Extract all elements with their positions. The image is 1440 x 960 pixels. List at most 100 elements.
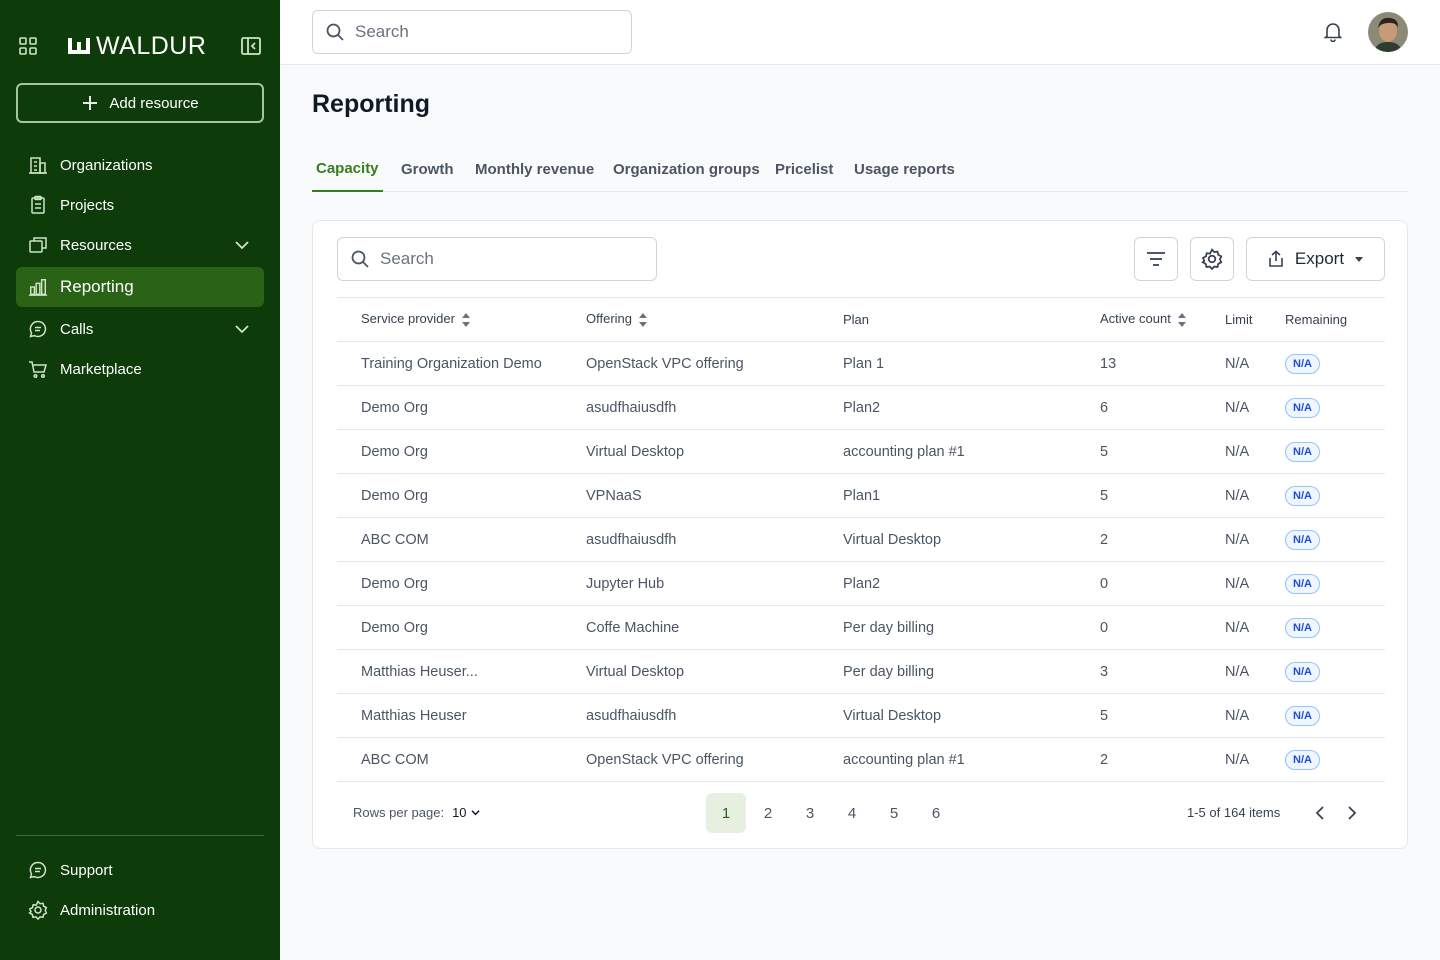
page-3-button[interactable]: 3	[790, 793, 830, 833]
rows-per-page-select[interactable]: 10	[452, 805, 480, 820]
remaining-badge: N/A	[1285, 705, 1320, 726]
tab-usage-reports[interactable]: Usage reports	[850, 146, 959, 192]
active-count-cell: 13	[1100, 341, 1225, 386]
active-count-cell: 5	[1100, 429, 1225, 474]
sidebar: WALDUR Add resource Organizations Projec…	[0, 0, 280, 960]
sidebar-item-label: Administration	[60, 901, 156, 919]
offering-cell: Virtual Desktop	[586, 649, 843, 694]
plan-cell: Virtual Desktop	[843, 517, 1100, 562]
service-provider-cell: Demo Org	[337, 385, 586, 430]
service-provider-cell: Matthias Heuser	[337, 693, 586, 738]
sidebar-item-label: Reporting	[60, 277, 134, 296]
search-icon	[351, 250, 369, 268]
sidebar-item-support[interactable]: Support	[16, 850, 264, 890]
service-provider-cell: ABC COM	[337, 517, 586, 562]
sidebar-item-resources[interactable]: Resources	[16, 225, 264, 265]
search-icon	[326, 23, 344, 41]
remaining-cell: N/A	[1285, 473, 1385, 518]
limit-cell: N/A	[1225, 561, 1285, 606]
column-header-offering[interactable]: Offering	[586, 297, 843, 342]
export-label: Export	[1294, 249, 1345, 268]
tab-monthly-revenue[interactable]: Monthly revenue	[471, 146, 598, 192]
table-row[interactable]: ABC COM OpenStack VPC offering accounting …	[337, 737, 1385, 782]
table-row[interactable]: ABC COM asudfhaiusdfh Virtual Desktop 2 N/A N…	[337, 517, 1385, 562]
limit-cell: N/A	[1225, 429, 1285, 474]
tab-capacity[interactable]: Capacity	[312, 146, 383, 192]
service-provider-cell: Demo Org	[337, 605, 586, 650]
plus-icon	[83, 96, 98, 110]
service-provider-cell: Demo Org	[337, 561, 586, 606]
remaining-cell: N/A	[1285, 429, 1385, 474]
table-row[interactable]: Demo Org Virtual Desktop accounting plan #…	[337, 429, 1385, 474]
reporting-tabs: Capacity Growth Monthly revenue Organiza…	[312, 146, 1408, 192]
sidebar-item-administration[interactable]: Administration	[16, 890, 264, 930]
page-6-button[interactable]: 6	[916, 793, 956, 833]
capacity-table: Service provider Offering Plan Active co…	[337, 297, 1385, 782]
limit-cell: N/A	[1225, 605, 1285, 650]
tab-growth[interactable]: Growth	[397, 146, 458, 192]
bar-chart-icon	[28, 277, 48, 297]
active-count-cell: 3	[1100, 649, 1225, 694]
active-count-cell: 0	[1100, 561, 1225, 606]
building-icon	[28, 155, 48, 175]
table-search-input[interactable]: Search	[337, 237, 657, 281]
table-row[interactable]: Demo Org Jupyter Hub Plan2 0 N/A N/A	[337, 561, 1385, 606]
sidebar-item-organizations[interactable]: Organizations	[16, 145, 264, 185]
active-count-cell: 5	[1100, 473, 1225, 518]
plan-cell: Plan 1	[843, 341, 1100, 386]
add-resource-button[interactable]: Add resource	[16, 83, 264, 123]
plan-cell: accounting plan #1	[843, 429, 1100, 474]
table-row[interactable]: Matthias Heuser... Virtual Desktop Per day…	[337, 649, 1385, 694]
apps-grid-icon[interactable]	[18, 36, 38, 56]
tab-pricelist[interactable]: Pricelist	[771, 146, 837, 192]
sidebar-item-label: Organizations	[60, 156, 153, 174]
bell-icon[interactable]	[1322, 20, 1344, 42]
sidebar-item-reporting[interactable]: Reporting	[16, 267, 264, 307]
waldur-logo-mark-icon	[68, 38, 90, 54]
column-header-service-provider[interactable]: Service provider	[337, 297, 586, 342]
active-count-cell: 0	[1100, 605, 1225, 650]
chevron-down-icon[interactable]	[234, 321, 250, 337]
tab-organization-groups[interactable]: Organization groups	[609, 146, 764, 192]
active-count-cell: 2	[1100, 517, 1225, 562]
waldur-logo[interactable]: WALDUR	[68, 32, 206, 60]
user-avatar[interactable]	[1368, 12, 1408, 52]
cart-icon	[28, 359, 48, 379]
page-1-button[interactable]: 1	[706, 793, 746, 833]
sort-icon	[461, 312, 470, 327]
page-2-button[interactable]: 2	[748, 793, 788, 833]
export-button[interactable]: Export	[1246, 237, 1385, 281]
limit-cell: N/A	[1225, 737, 1285, 782]
page-5-button[interactable]: 5	[874, 793, 914, 833]
table-settings-button[interactable]	[1190, 237, 1234, 281]
sidebar-divider	[16, 835, 264, 836]
sidebar-item-projects[interactable]: Projects	[16, 185, 264, 225]
sidebar-item-calls[interactable]: Calls	[16, 309, 264, 349]
chevron-down-icon[interactable]	[234, 237, 250, 253]
sidebar-item-label: Support	[60, 861, 113, 879]
plan-cell: Plan2	[843, 561, 1100, 606]
table-row[interactable]: Demo Org asudfhaiusdfh Plan2 6 N/A N/A	[337, 385, 1385, 430]
chevron-right-icon[interactable]	[1342, 803, 1362, 823]
chevron-left-icon[interactable]	[1310, 803, 1330, 823]
page-4-button[interactable]: 4	[832, 793, 872, 833]
plan-cell: Per day billing	[843, 649, 1100, 694]
table-row[interactable]: Demo Org VPNaaS Plan1 5 N/A N/A	[337, 473, 1385, 518]
filter-button[interactable]	[1134, 237, 1178, 281]
capacity-table-card: Search Export Service provider Offering …	[312, 220, 1408, 849]
offering-cell: asudfhaiusdfh	[586, 517, 843, 562]
table-row[interactable]: Demo Org Coffe Machine Per day billing 0 N/A…	[337, 605, 1385, 650]
global-search-input[interactable]: Search	[312, 10, 632, 54]
offering-cell: asudfhaiusdfh	[586, 385, 843, 430]
sidebar-item-label: Resources	[60, 236, 132, 254]
column-header-active-count[interactable]: Active count	[1100, 297, 1225, 342]
filter-icon	[1147, 252, 1165, 266]
sidebar-item-marketplace[interactable]: Marketplace	[16, 349, 264, 389]
collapse-sidebar-icon[interactable]	[240, 35, 262, 57]
table-row[interactable]: Matthias Heuser asudfhaiusdfh Virtual Desk…	[337, 693, 1385, 738]
sort-icon	[639, 312, 648, 327]
column-header-remaining: Remaining	[1285, 297, 1385, 342]
remaining-badge: N/A	[1285, 353, 1320, 374]
search-placeholder: Search	[380, 249, 434, 268]
table-row[interactable]: Training Organization Demo OpenStack VPC …	[337, 341, 1385, 386]
